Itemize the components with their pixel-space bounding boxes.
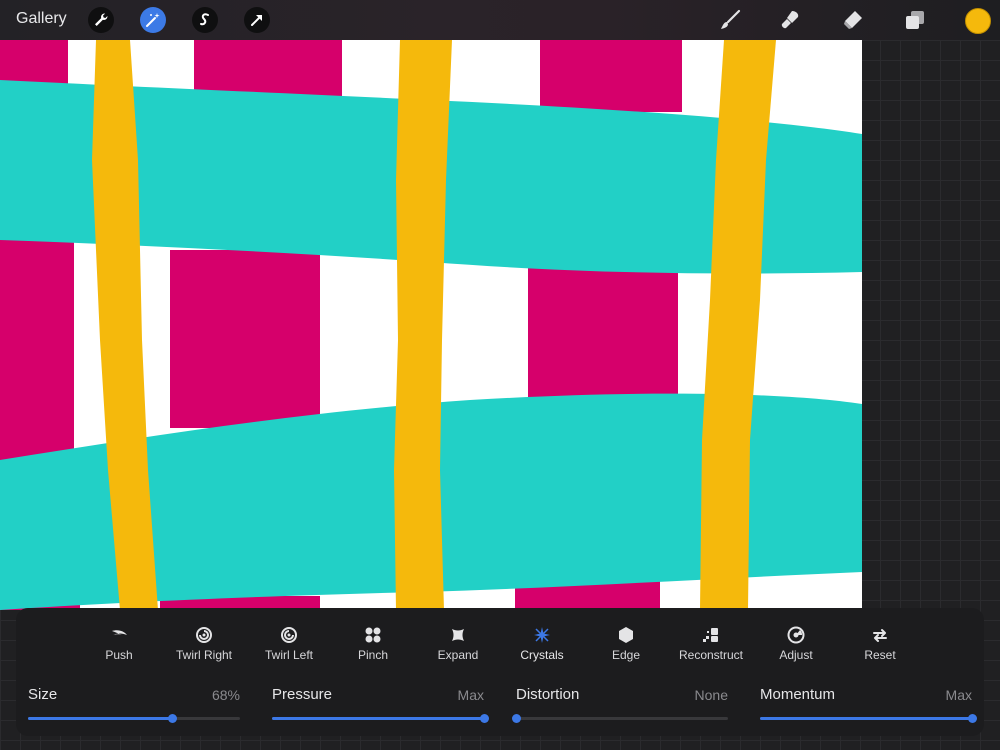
mode-crystals[interactable]: Crystals [499,624,585,662]
mode-pinch[interactable]: Pinch [330,624,416,662]
smudge-icon[interactable] [777,7,803,33]
expand-icon [415,624,501,646]
mode-label: Reset [864,648,896,662]
canvas-artwork [0,40,862,610]
mode-push[interactable]: Push [76,624,162,662]
twirl-left-icon [246,624,332,646]
mode-twirl-left[interactable]: Twirl Left [246,624,332,662]
slider-value: Max [457,687,484,703]
slider-track[interactable] [272,714,489,723]
magenta-block [540,40,682,112]
edge-icon [583,624,669,646]
pinch-icon [330,624,416,646]
mode-expand[interactable]: Expand [415,624,501,662]
brush-icon[interactable] [717,7,743,33]
push-icon [76,624,162,646]
crystals-icon [499,624,585,646]
top-toolbar: Gallery [0,0,1000,40]
slider-track[interactable] [760,714,977,723]
mode-reset[interactable]: Reset [837,624,923,662]
slider-label: Size [28,686,58,703]
gallery-button[interactable]: Gallery [16,10,67,28]
slider-fill [272,717,484,720]
slider-knob[interactable] [168,714,178,723]
mode-reconstruct[interactable]: Reconstruct [668,624,754,662]
reconstruct-icon [668,624,754,646]
slider-label: Pressure [272,686,333,703]
magenta-block [170,250,320,428]
selection-icon[interactable] [192,7,218,33]
layers-icon[interactable] [902,7,928,33]
slider-fill [28,717,173,720]
mode-label: Pinch [357,648,389,662]
mode-label: Edge [611,648,641,662]
mode-edge[interactable]: Edge [583,624,669,662]
mode-label: Expand [437,648,479,662]
mode-label: Adjust [779,648,813,662]
slider-knob[interactable] [512,714,521,723]
slider-track[interactable] [512,714,728,723]
wrench-icon[interactable] [88,7,114,33]
mode-label: Twirl Left [264,648,313,662]
slider-label: Momentum [760,686,836,703]
magenta-block [0,40,68,85]
mode-label: Push [105,648,133,662]
magic-wand-icon[interactable] [140,7,166,33]
mode-twirl-right[interactable]: Twirl Right [161,624,247,662]
slider-label: Distortion [516,686,580,703]
reset-icon [837,624,923,646]
mode-label: Twirl Right [175,648,232,662]
mode-adjust[interactable]: Adjust [753,624,839,662]
transform-arrow-icon[interactable] [244,7,270,33]
adjust-icon [753,624,839,646]
slider-value: 68% [211,687,240,703]
magenta-block [528,266,678,401]
slider-value: Max [945,687,972,703]
eraser-icon[interactable] [840,7,866,33]
drawing-canvas[interactable] [0,40,862,610]
slider-knob[interactable] [968,714,977,723]
twirl-right-icon [161,624,247,646]
liquify-panel: Push Twirl Right Twirl Left Pinch Expand… [16,608,984,736]
mode-label: Reconstruct [678,648,744,662]
slider-fill [760,717,972,720]
slider-knob[interactable] [480,714,489,723]
slider-track[interactable] [28,714,240,723]
color-swatch[interactable] [965,8,991,34]
magenta-block [0,240,74,465]
slider-value: None [694,687,728,703]
mode-label: Crystals [520,648,564,662]
